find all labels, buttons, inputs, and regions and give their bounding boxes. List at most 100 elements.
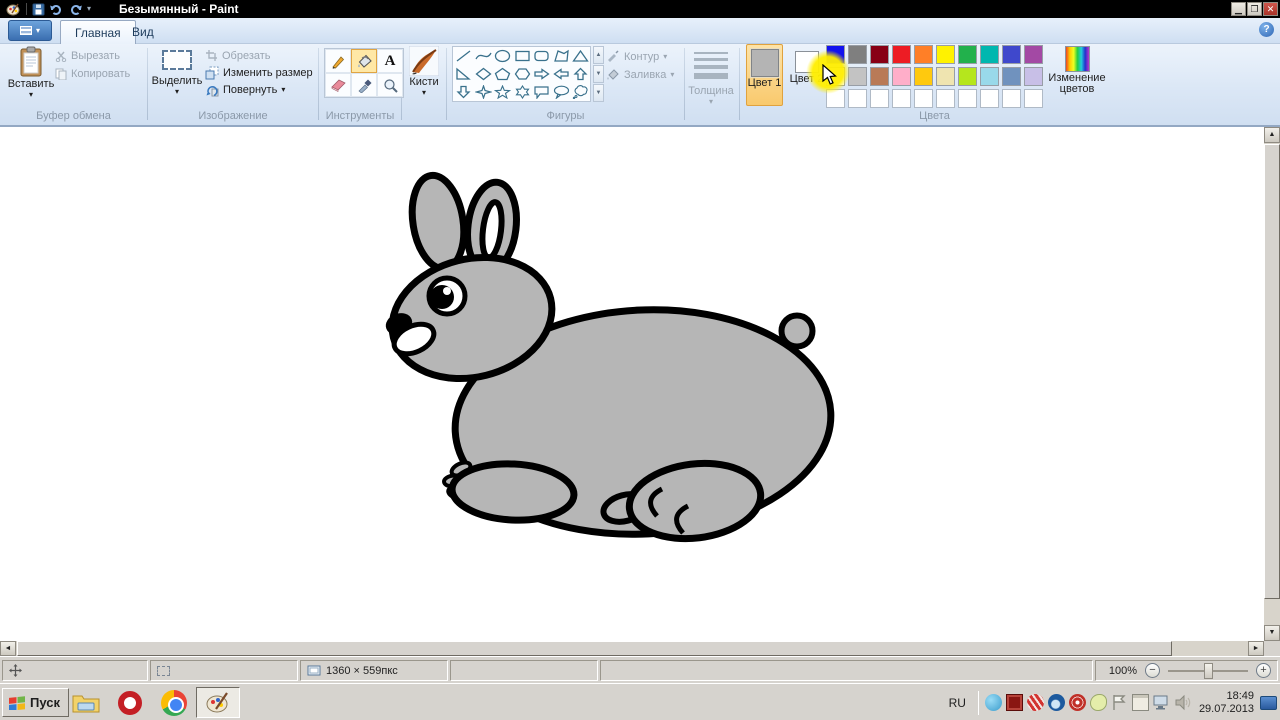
copy-button[interactable]: Копировать (55, 68, 130, 80)
palette-swatch[interactable] (1024, 67, 1043, 86)
scroll-up-arrow[interactable]: ▲ (1264, 127, 1280, 143)
shape-rectangle-icon[interactable] (514, 49, 531, 63)
palette-swatch[interactable] (936, 45, 955, 64)
shape-star6-icon[interactable] (514, 85, 531, 99)
color-picker-tool[interactable] (351, 73, 377, 97)
palette-swatch[interactable] (1024, 89, 1043, 108)
tray-icon-red-grid[interactable] (1006, 694, 1023, 711)
thickness-button[interactable]: Толщина ▾ (688, 48, 734, 106)
tray-icon-blue-app[interactable] (985, 694, 1002, 711)
palette-swatch[interactable] (892, 45, 911, 64)
tray-icon-green-blob[interactable] (1090, 694, 1107, 711)
shape-ellipse-icon[interactable] (494, 49, 511, 63)
palette-swatch[interactable] (1024, 45, 1043, 64)
palette-swatch[interactable] (870, 45, 889, 64)
shape-curve-icon[interactable] (475, 49, 492, 63)
save-button[interactable] (32, 3, 45, 16)
pencil-tool[interactable] (325, 49, 351, 73)
shape-triangle-icon[interactable] (572, 49, 589, 63)
tab-view[interactable]: Вид (118, 20, 168, 44)
shape-callout-cloud-icon[interactable] (572, 85, 589, 99)
vertical-scrollbar[interactable]: ▲ ▼ (1264, 127, 1280, 641)
fill-tool-selected[interactable] (351, 49, 377, 73)
rabbit-drawing[interactable] (0, 127, 1264, 641)
palette-swatch[interactable] (1002, 45, 1021, 64)
taskbar-explorer-button[interactable] (64, 687, 108, 718)
horizontal-scroll-thumb[interactable] (17, 641, 1172, 656)
tray-icon-blue-ball[interactable] (1048, 694, 1065, 711)
canvas-area[interactable]: ▲ ▼ ◄ ► (0, 127, 1280, 656)
minimize-button[interactable]: ▁ (1231, 2, 1246, 16)
palette-swatch[interactable] (914, 67, 933, 86)
language-indicator[interactable]: RU (949, 696, 966, 710)
shape-arrow-left-icon[interactable] (553, 67, 570, 81)
shapes-more-button[interactable]: ▼ (593, 84, 604, 102)
palette-swatch[interactable] (848, 89, 867, 108)
shapes-scroll-up[interactable]: ▲ (593, 46, 604, 64)
palette-swatch[interactable] (980, 67, 999, 86)
shape-arrow-right-icon[interactable] (533, 67, 550, 81)
app-menu-button[interactable]: ▾ (8, 20, 52, 41)
edit-colors-button[interactable]: Изменение цветов (1046, 46, 1108, 95)
palette-swatch[interactable] (936, 89, 955, 108)
shape-line-icon[interactable] (455, 49, 472, 63)
zoom-out-button[interactable]: − (1145, 663, 1160, 678)
palette-swatch[interactable] (958, 67, 977, 86)
palette-swatch[interactable] (870, 67, 889, 86)
vertical-scroll-thumb[interactable] (1264, 144, 1280, 599)
crop-button[interactable]: Обрезать (205, 49, 271, 62)
shape-fill-button[interactable]: Заливка ▾ (606, 68, 674, 81)
palette-swatch[interactable] (936, 67, 955, 86)
rotate-button[interactable]: Повернуть ▾ (205, 83, 285, 97)
palette-swatch[interactable] (914, 45, 933, 64)
close-button[interactable]: ✕ (1263, 2, 1278, 16)
zoom-slider[interactable] (1168, 670, 1248, 672)
shapes-scrollbar[interactable]: ▲ ▼ ▼ (593, 46, 604, 102)
resize-button[interactable]: Изменить размер (205, 66, 313, 80)
text-tool[interactable]: A (377, 49, 403, 73)
shape-star5-icon[interactable] (494, 85, 511, 99)
palette-swatch[interactable] (914, 89, 933, 108)
scroll-right-arrow[interactable]: ► (1248, 641, 1264, 656)
horizontal-scrollbar[interactable]: ◄ ► (0, 641, 1264, 656)
taskbar-chrome-button[interactable] (152, 687, 196, 718)
outline-button[interactable]: Контур ▾ (606, 50, 667, 63)
shape-polygon-icon[interactable] (553, 49, 570, 63)
shape-hexagon-icon[interactable] (514, 67, 531, 81)
volume-icon[interactable] (1174, 694, 1191, 711)
zoom-in-button[interactable]: + (1256, 663, 1271, 678)
tray-clock[interactable]: 18:49 29.07.2013 (1199, 690, 1254, 716)
tray-icon-monitor[interactable] (1153, 694, 1170, 711)
palette-swatch[interactable] (980, 89, 999, 108)
palette-swatch[interactable] (870, 89, 889, 108)
brushes-button[interactable]: Кисти ▾ (404, 46, 444, 97)
shapes-gallery[interactable] (452, 46, 591, 102)
shape-right-triangle-icon[interactable] (455, 67, 472, 81)
shape-arrow-down-icon[interactable] (455, 85, 472, 99)
paste-button[interactable]: Вставить ▾ (8, 46, 54, 99)
eraser-tool[interactable] (325, 73, 351, 97)
shape-arrow-up-icon[interactable] (572, 67, 589, 81)
tray-icon-red-swirl[interactable] (1027, 694, 1044, 711)
palette-swatch[interactable] (1002, 67, 1021, 86)
start-button[interactable]: Пуск (2, 688, 69, 717)
tray-icon-clipboard[interactable] (1132, 694, 1149, 711)
show-desktop-button[interactable] (1260, 696, 1277, 710)
magnifier-tool[interactable] (377, 73, 403, 97)
color1-button[interactable]: Цвет 1 (746, 44, 783, 106)
zoom-slider-thumb[interactable] (1204, 663, 1213, 679)
palette-swatch[interactable] (1002, 89, 1021, 108)
undo-button[interactable] (48, 3, 63, 16)
tray-icon-target[interactable] (1069, 694, 1086, 711)
select-button[interactable]: Выделить ▾ (152, 46, 202, 96)
palette-swatch[interactable] (958, 45, 977, 64)
palette-swatch[interactable] (958, 89, 977, 108)
redo-button[interactable] (69, 3, 84, 16)
shape-star4-icon[interactable] (475, 85, 492, 99)
taskbar-opera-button[interactable] (108, 687, 152, 718)
palette-swatch[interactable] (892, 89, 911, 108)
scroll-down-arrow[interactable]: ▼ (1264, 625, 1280, 641)
shape-pentagon-icon[interactable] (494, 67, 511, 81)
qat-dropdown[interactable]: ▾ (87, 5, 91, 13)
palette-swatch[interactable] (892, 67, 911, 86)
